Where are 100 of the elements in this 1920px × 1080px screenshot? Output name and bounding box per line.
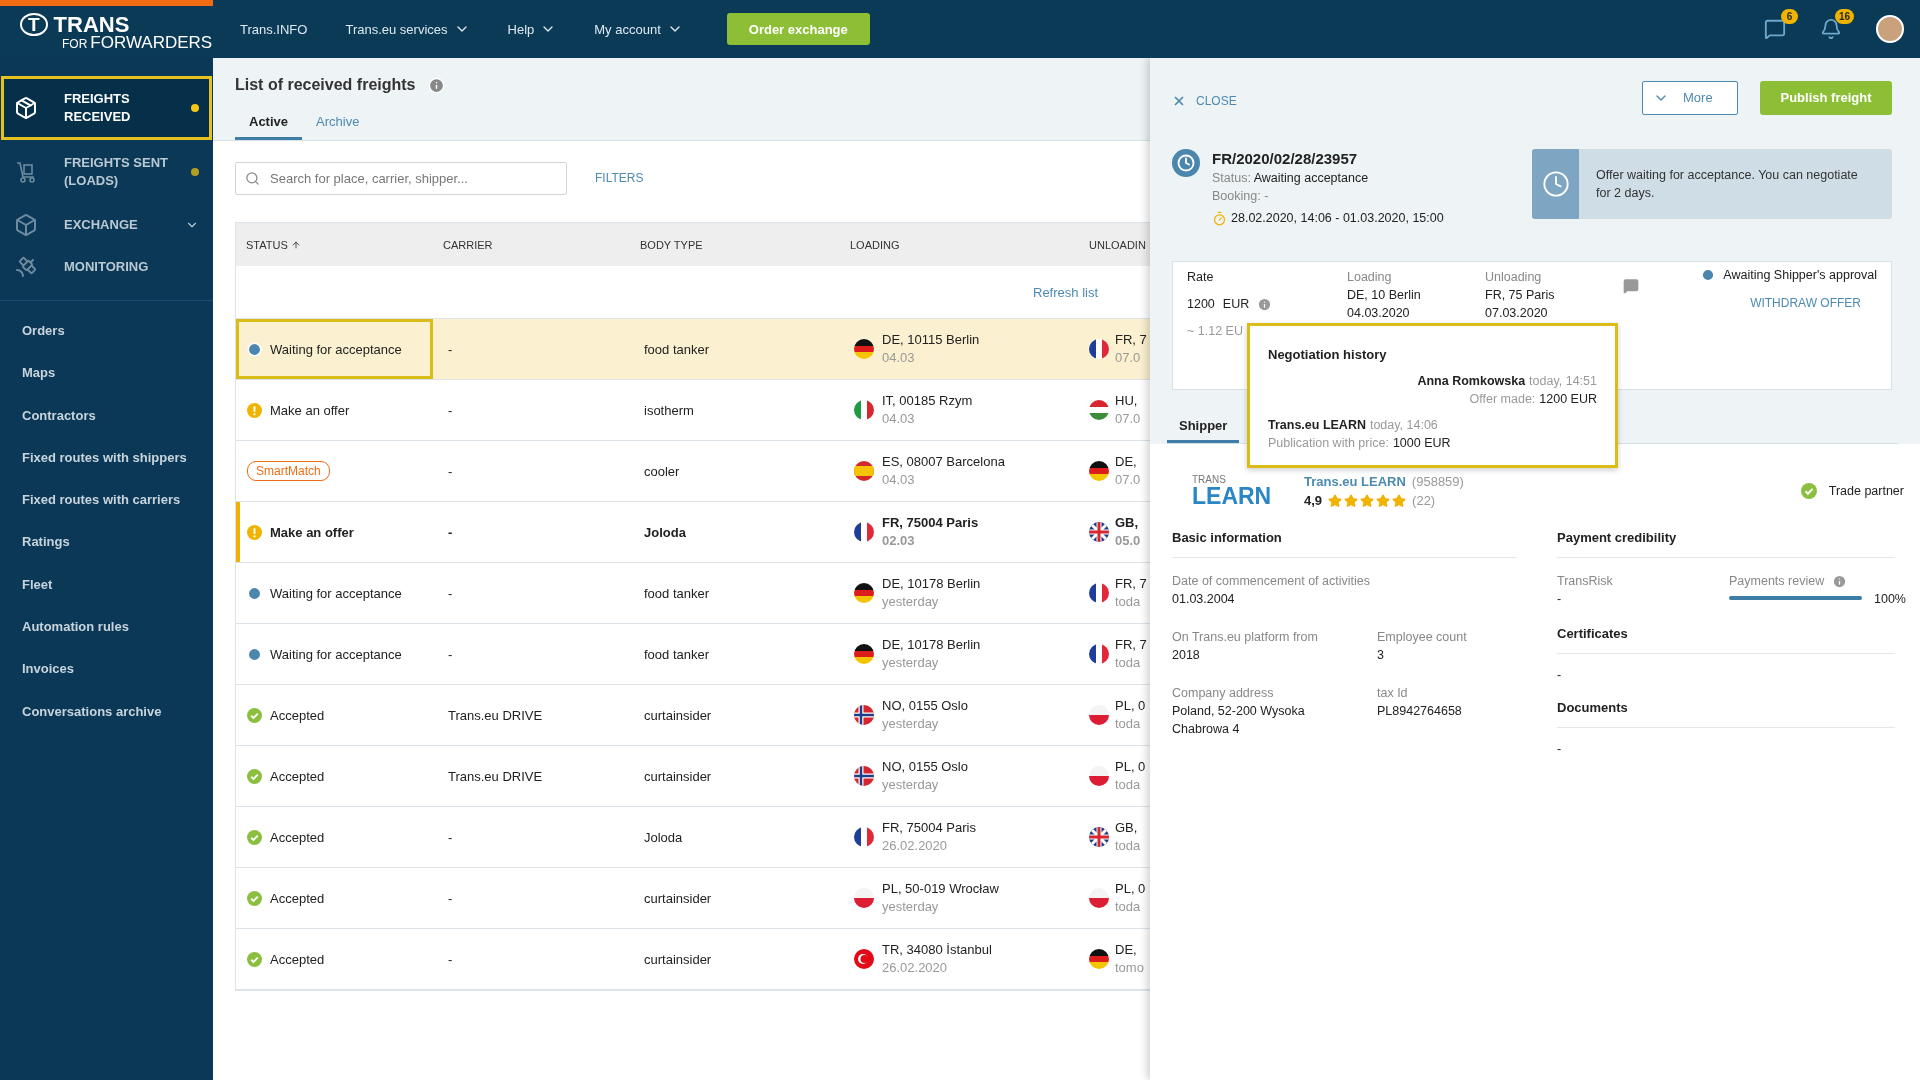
- column-header[interactable]: BODY TYPE: [630, 238, 703, 251]
- filters-button[interactable]: FILTERS: [595, 171, 644, 185]
- flag-icon: [1089, 339, 1109, 359]
- info-icon[interactable]: [1257, 296, 1273, 312]
- column-header[interactable]: CARRIER: [433, 238, 493, 251]
- sidebar-link[interactable]: Contractors: [0, 394, 213, 437]
- withdraw-offer-link[interactable]: WITHDRAW OFFER: [1750, 296, 1861, 310]
- carrier-cell: -: [448, 829, 453, 845]
- flag-icon: [854, 766, 874, 786]
- freight-row[interactable]: Make an offer - Joloda FR, 75004 Paris 02.03 GB, 05.0: [236, 502, 1150, 563]
- flag-icon: [1089, 827, 1109, 847]
- nav-menu-item[interactable]: Trans.INFO: [240, 21, 327, 37]
- sidebar-link[interactable]: Invoices: [0, 648, 213, 691]
- sidebar-link[interactable]: Fleet: [0, 563, 213, 607]
- loading-place: FR, 75004 Paris: [882, 514, 979, 532]
- sidebar-module[interactable]: FREIGHTS RECEIVED: [1, 76, 212, 140]
- field-value: -: [1557, 591, 1563, 608]
- notification-button[interactable]: [1820, 18, 1842, 40]
- unloading-place: FR, 7: [1115, 331, 1147, 349]
- warning-icon: [247, 402, 262, 418]
- check-icon: [247, 890, 262, 906]
- tab[interactable]: Active: [235, 108, 303, 140]
- comment-icon[interactable]: [1623, 278, 1639, 294]
- body-type-cell: food tanker: [644, 585, 710, 601]
- freight-row[interactable]: Waiting for acceptance - food tanker DE, 10115 Berlin 04.03 FR, 7 07.0: [236, 319, 1150, 380]
- sidebar-link[interactable]: Fixed routes with shippers: [0, 436, 213, 480]
- company-logo: TRANS LEARN: [1192, 474, 1273, 508]
- search-field[interactable]: Search for place, carrier, shipper...: [235, 161, 567, 195]
- carrier-cell: -: [448, 951, 453, 967]
- flag-icon: [854, 644, 874, 664]
- carrier-cell: -: [448, 524, 453, 540]
- nav-menu-item[interactable]: My account: [594, 21, 702, 37]
- section-title: Basic information: [1172, 530, 1517, 558]
- status-value: Awaiting acceptance: [1253, 171, 1369, 185]
- body-type-cell: curtainsider: [644, 890, 712, 906]
- body-type-cell: Joloda: [644, 829, 683, 845]
- sidebar-link[interactable]: Orders: [0, 310, 213, 353]
- entry-value: 1000 EUR: [1392, 435, 1451, 452]
- info-icon[interactable]: [1832, 573, 1848, 589]
- column-header[interactable]: LOADING: [840, 238, 900, 251]
- loading-date: 02.03: [882, 532, 916, 550]
- unloading-date: toda: [1115, 715, 1142, 733]
- field-label: Payments review: [1729, 573, 1825, 590]
- loading-date: yesterday: [882, 898, 940, 916]
- sidebar-module[interactable]: MONITORING: [1, 246, 212, 288]
- flag-icon: [1089, 766, 1109, 786]
- flag-icon: [1089, 949, 1109, 969]
- tab[interactable]: Archive: [302, 108, 374, 140]
- sidebar-link[interactable]: Ratings: [0, 521, 213, 564]
- unloading-place: GB,: [1115, 514, 1140, 532]
- status-text: Make an offer: [270, 524, 354, 540]
- section-title: Documents: [1557, 700, 1895, 728]
- sidebar-link[interactable]: Automation rules: [0, 606, 213, 649]
- unloading-date: tomo: [1115, 959, 1144, 977]
- sidebar-link[interactable]: Fixed routes with carriers: [0, 479, 213, 522]
- unloading-place: FR, 75 Paris: [1485, 287, 1556, 304]
- author-name: Trans.eu LEARN: [1268, 417, 1366, 434]
- sidebar-module[interactable]: FREIGHTS SENT (LOADS): [1, 140, 212, 204]
- notification-button[interactable]: [1764, 18, 1786, 40]
- sidebar-link[interactable]: Conversations archive: [0, 690, 213, 733]
- status-text: Accepted: [270, 829, 325, 845]
- more-button[interactable]: More: [1642, 80, 1738, 115]
- loading-date: 04.03: [882, 410, 916, 428]
- unloading-place: DE,: [1115, 453, 1138, 471]
- star-icon: [1344, 493, 1359, 508]
- unloading-place: GB,: [1115, 819, 1139, 837]
- loading-date: yesterday: [882, 654, 940, 672]
- field-value: Poland, 52-200 Wysoka Chabrowa 4: [1172, 703, 1306, 738]
- author-name: Anna Romkowska: [1417, 373, 1526, 390]
- loading-date: 26.02.2020: [882, 837, 949, 855]
- count-badge: 6: [1781, 9, 1798, 24]
- check-icon: [1800, 483, 1817, 499]
- flag-icon: [1089, 705, 1109, 725]
- freight-number: FR/2020/02/28/23957: [1212, 149, 1359, 169]
- status-text: Make an offer: [270, 402, 350, 418]
- company-name-link[interactable]: Trans.eu LEARN: [1304, 474, 1406, 489]
- field-label: TransRisk: [1557, 573, 1614, 590]
- unloading-place: FR, 7: [1115, 636, 1147, 654]
- refresh-link[interactable]: Refresh list: [1033, 284, 1099, 300]
- smartmatch-tag: SmartMatch: [247, 461, 330, 481]
- unloading-place: PL, 0: [1115, 697, 1146, 715]
- field-label: tax Id: [1377, 685, 1409, 702]
- carrier-cell: -: [448, 463, 453, 479]
- sidebar-link[interactable]: Maps: [0, 352, 213, 395]
- sidebar-module[interactable]: EXCHANGE: [1, 204, 212, 246]
- rate-label: Rate: [1187, 269, 1215, 286]
- nav-menu-item[interactable]: Trans.eu services: [345, 21, 489, 37]
- status-text: Waiting for acceptance: [270, 585, 402, 601]
- carrier-cell: -: [448, 890, 453, 906]
- logo[interactable]: T TRANS FOR FORWARDERS: [20, 13, 213, 51]
- tooltip-title: Negotiation history: [1268, 346, 1388, 364]
- field-value: 2018: [1172, 647, 1201, 664]
- nav-menu-item[interactable]: Help: [507, 21, 576, 37]
- info-icon[interactable]: [427, 76, 445, 94]
- field-value: 01.03.2004: [1172, 591, 1236, 608]
- column-header[interactable]: STATUS: [236, 238, 301, 251]
- avatar[interactable]: [1876, 15, 1904, 43]
- carrier-cell: -: [448, 646, 453, 662]
- field-label: Date of commencement of activities: [1172, 573, 1371, 590]
- column-header[interactable]: UNLOADIN: [1083, 238, 1146, 251]
